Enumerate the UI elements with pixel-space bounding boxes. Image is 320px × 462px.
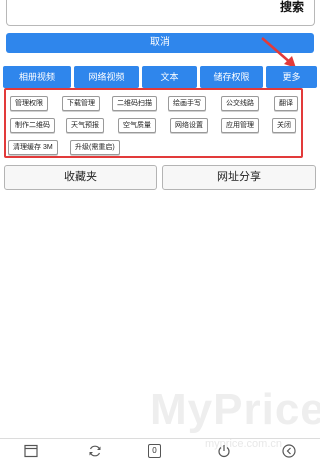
function-handwriting[interactable]: 绘画手写 (168, 96, 206, 111)
function-bus-routes[interactable]: 公交线路 (221, 96, 259, 111)
search-button[interactable]: 搜索 (280, 0, 304, 14)
function-download-manager[interactable]: 下载管理 (62, 96, 100, 111)
function-qr-scan[interactable]: 二维码扫描 (112, 96, 157, 111)
function-upgrade[interactable]: 升级(需重启) (70, 140, 120, 155)
function-air-quality[interactable]: 空气质量 (118, 118, 156, 133)
tab-text[interactable]: 文本 (142, 66, 197, 88)
tab-web-video[interactable]: 网络视频 (74, 66, 139, 88)
function-manage-permissions[interactable]: 管理权限 (10, 96, 48, 111)
back-icon[interactable] (282, 444, 296, 458)
refresh-icon[interactable] (88, 444, 102, 458)
function-network-settings[interactable]: 网络设置 (170, 118, 208, 133)
more-functions-panel: 管理权限 下载管理 二维码扫描 绘画手写 公交线路 翻译 制作二维码 天气预报 … (4, 88, 303, 158)
url-share-button[interactable]: 网址分享 (162, 165, 316, 190)
power-icon[interactable] (217, 444, 231, 458)
window-icon[interactable] (24, 444, 38, 458)
search-input[interactable]: 搜索 (6, 0, 315, 26)
function-close[interactable]: 关闭 (272, 118, 296, 133)
function-create-qr[interactable]: 制作二维码 (10, 118, 55, 133)
tab-bar: 相册视频 网络视频 文本 储存权限 更多 (0, 66, 320, 88)
tab-album-video[interactable]: 相册视频 (3, 66, 71, 88)
favorites-button[interactable]: 收藏夹 (4, 165, 157, 190)
watermark-logo: MyPrice (150, 385, 320, 434)
function-weather[interactable]: 天气预报 (66, 118, 104, 133)
function-translate[interactable]: 翻译 (274, 96, 298, 111)
bottom-nav-bar: 0 (0, 438, 320, 462)
tabs-count-icon[interactable]: 0 (148, 444, 161, 458)
tab-storage-permission[interactable]: 储存权限 (200, 66, 263, 88)
function-app-manager[interactable]: 应用管理 (221, 118, 259, 133)
function-clear-cache[interactable]: 清理缓存 3M (8, 140, 58, 155)
tab-more[interactable]: 更多 (266, 66, 317, 88)
